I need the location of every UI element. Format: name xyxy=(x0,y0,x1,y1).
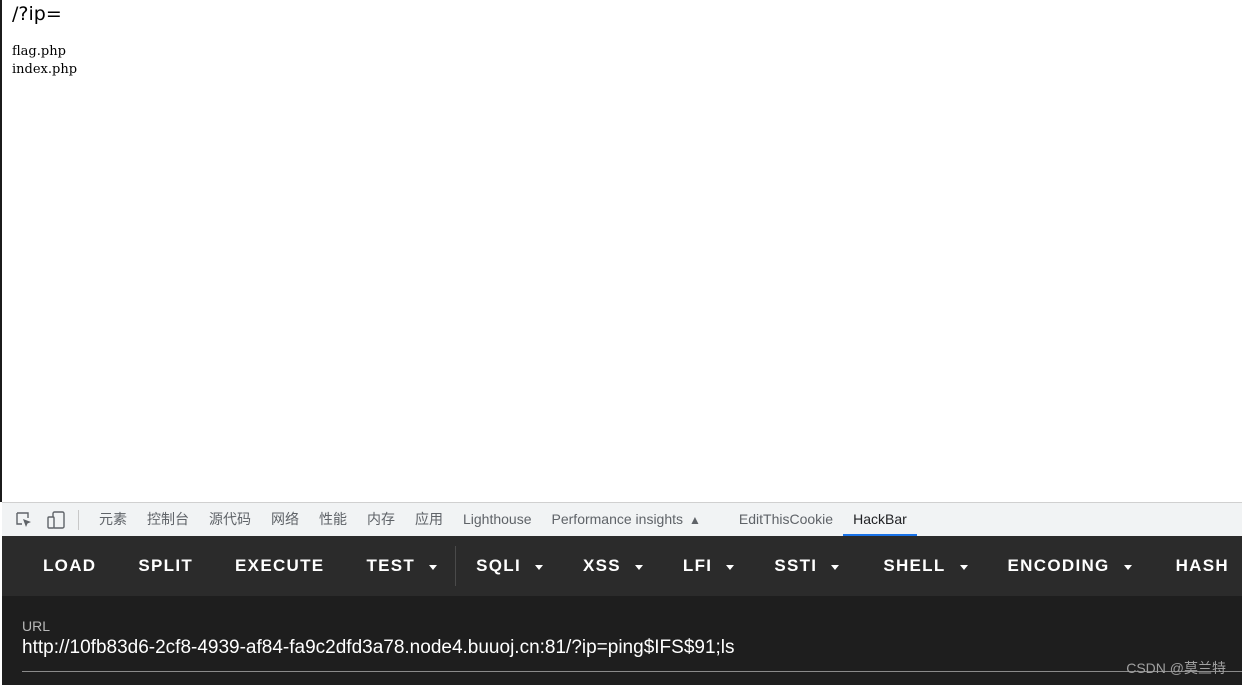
tab-elements[interactable]: 元素 xyxy=(89,503,137,536)
watermark: CSDN @莫兰特 xyxy=(1126,660,1226,676)
split-button[interactable]: SPLIT xyxy=(138,536,193,596)
tab-lighthouse[interactable]: Lighthouse xyxy=(453,503,542,536)
url-input-underline xyxy=(22,671,1242,672)
button-label: EXECUTE xyxy=(235,556,325,575)
button-label: SPLIT xyxy=(138,556,194,575)
button-label: LFI xyxy=(682,556,713,575)
devtools-tab-bar: 元素 控制台 源代码 网络 性能 内存 应用 Lighthouse Perfor… xyxy=(2,502,1242,536)
button-label: SSTI xyxy=(774,556,818,575)
tab-console[interactable]: 控制台 xyxy=(137,503,199,536)
tab-memory[interactable]: 内存 xyxy=(357,503,405,536)
caret-down-icon xyxy=(1123,564,1132,570)
tab-label: Performance insights xyxy=(551,511,684,527)
caret-down-icon xyxy=(534,564,543,570)
tab-performance[interactable]: 性能 xyxy=(309,503,357,536)
button-label: TEST xyxy=(366,556,416,575)
hackbar-toolbar: LOAD SPLIT EXECUTE TEST SQLI XSS LFI SST… xyxy=(2,536,1242,596)
button-label: SQLI xyxy=(476,556,521,575)
button-label: LOAD xyxy=(43,556,97,575)
page-title: /?ip= xyxy=(12,3,62,25)
ssti-dropdown[interactable]: SSTI xyxy=(774,536,840,596)
tab-performance-insights[interactable]: Performance insights ▲ xyxy=(542,503,711,536)
button-label: ENCODING xyxy=(1007,556,1110,575)
inspect-element-icon[interactable] xyxy=(14,510,34,530)
toolbar-divider xyxy=(78,509,79,530)
sqli-dropdown[interactable]: SQLI xyxy=(476,536,543,596)
caret-down-icon xyxy=(429,564,438,570)
test-dropdown[interactable]: TEST xyxy=(366,536,438,596)
lfi-dropdown[interactable]: LFI xyxy=(682,536,735,596)
button-label: SHELL xyxy=(883,556,946,575)
encoding-dropdown[interactable]: ENCODING xyxy=(1008,536,1132,596)
list-item: index.php xyxy=(12,62,78,77)
load-button[interactable]: LOAD xyxy=(43,536,96,596)
url-input[interactable]: http://10fb83d6-2cf8-4939-af84-fa9c2dfd3… xyxy=(22,637,735,659)
tab-application[interactable]: 应用 xyxy=(405,503,453,536)
button-label: XSS xyxy=(582,556,621,575)
list-item: flag.php xyxy=(12,44,66,59)
caret-down-icon xyxy=(634,564,643,570)
flask-icon: ▲ xyxy=(689,513,701,527)
file-list: flag.php index.php xyxy=(12,43,77,79)
page-viewport: /?ip= flag.php index.php xyxy=(0,0,1242,502)
url-label: URL xyxy=(22,618,51,634)
shell-dropdown[interactable]: SHELL xyxy=(883,536,968,596)
xss-dropdown[interactable]: XSS xyxy=(583,536,643,596)
hackbar-url-panel: URL http://10fb83d6-2cf8-4939-af84-fa9c2… xyxy=(2,596,1242,685)
caret-down-icon xyxy=(831,564,840,570)
toolbar-divider xyxy=(455,546,457,586)
caret-down-icon xyxy=(726,564,735,570)
tab-editthiscookie[interactable]: EditThisCookie xyxy=(729,503,843,536)
tab-sources[interactable]: 源代码 xyxy=(199,503,261,536)
button-label: HASH xyxy=(1175,556,1229,575)
device-toggle-icon[interactable] xyxy=(46,510,66,530)
hash-dropdown[interactable]: HASH xyxy=(1176,536,1229,596)
tab-hackbar[interactable]: HackBar xyxy=(843,503,917,536)
caret-down-icon xyxy=(959,564,968,570)
execute-button[interactable]: EXECUTE xyxy=(235,536,324,596)
tab-network[interactable]: 网络 xyxy=(261,503,309,536)
